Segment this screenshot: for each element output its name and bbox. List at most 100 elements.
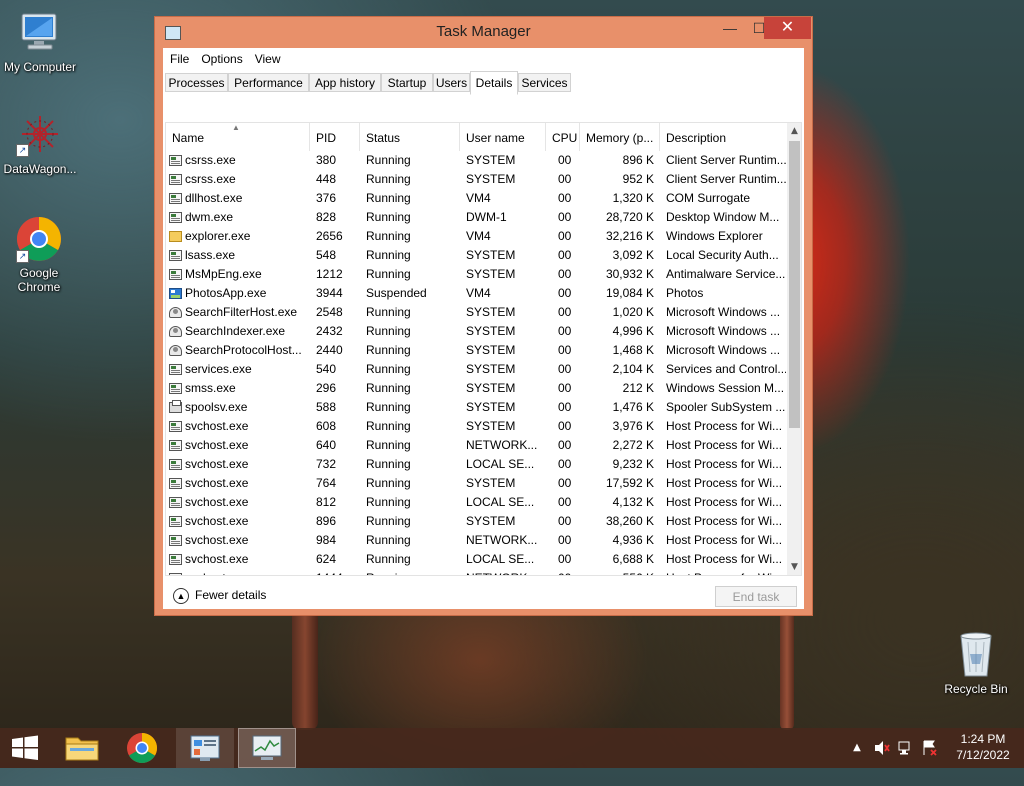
table-row[interactable]: MsMpEng.exe 1212 Running SYSTEM 00 30,932 K An… bbox=[166, 265, 786, 284]
tab-details[interactable]: Details bbox=[470, 71, 518, 95]
table-row[interactable]: csrss.exe 380 Running SYSTEM 00 896 K Client S… bbox=[166, 151, 786, 170]
tab-users[interactable]: Users bbox=[433, 73, 470, 92]
column-header-pid[interactable]: PID bbox=[310, 123, 360, 151]
taskbar-clock[interactable]: 1:24 PM 7/12/2022 bbox=[944, 731, 1022, 763]
tab-processes[interactable]: Processes bbox=[165, 73, 228, 92]
minimize-button[interactable]: — bbox=[715, 17, 745, 39]
tab-startup[interactable]: Startup bbox=[381, 73, 433, 92]
column-header-cpu[interactable]: CPU bbox=[546, 123, 580, 151]
column-header-name[interactable]: ▲ Name bbox=[166, 123, 310, 151]
table-row[interactable]: SearchProtocolHost... 2440 Running SYSTEM 00… bbox=[166, 341, 786, 360]
cell-pid: 640 bbox=[316, 438, 337, 452]
column-header-memory[interactable]: Memory (p... bbox=[580, 123, 660, 151]
cell-desc: Services and Control... bbox=[666, 362, 786, 376]
tab-app-history[interactable]: App history bbox=[309, 73, 381, 92]
process-icon bbox=[169, 383, 182, 394]
cell-pid: 984 bbox=[316, 533, 337, 547]
start-icon bbox=[12, 735, 38, 760]
table-row[interactable]: SearchFilterHost.exe 2548 Running SYSTEM 00 1… bbox=[166, 303, 786, 322]
table-row[interactable]: svchost.exe 896 Running SYSTEM 00 38,260 K Hos… bbox=[166, 512, 786, 531]
window-client-area: File Options View Processes Performance Ap… bbox=[163, 48, 804, 609]
menu-file[interactable]: File bbox=[163, 48, 195, 70]
column-header-status[interactable]: Status bbox=[360, 123, 460, 151]
table-row[interactable]: csrss.exe 448 Running SYSTEM 00 952 K Client S… bbox=[166, 170, 786, 189]
cell-mem: 1,476 K bbox=[612, 400, 654, 414]
cell-status: Running bbox=[366, 476, 411, 490]
vertical-scrollbar[interactable]: ▲ ▼ bbox=[787, 123, 801, 575]
cell-user: VM4 bbox=[466, 229, 491, 243]
table-row[interactable]: svchost.exe 984 Running NETWORK... 00 4,936 K… bbox=[166, 531, 786, 550]
table-row[interactable]: svchost.exe 608 Running SYSTEM 00 3,976 K Host… bbox=[166, 417, 786, 436]
close-button[interactable]: ✕ bbox=[764, 17, 811, 39]
table-row[interactable]: svchost.exe 812 Running LOCAL SE... 00 4,132 … bbox=[166, 493, 786, 512]
cell-user: SYSTEM bbox=[466, 514, 516, 528]
cell-user: SYSTEM bbox=[466, 248, 516, 262]
process-icon bbox=[169, 364, 182, 375]
cell-desc: Windows Explorer bbox=[666, 229, 763, 243]
cell-mem: 3,092 K bbox=[612, 248, 654, 262]
cell-name: dwm.exe bbox=[166, 208, 310, 227]
column-header-description[interactable]: Description bbox=[660, 123, 786, 151]
tab-performance[interactable]: Performance bbox=[228, 73, 309, 92]
table-row[interactable]: dwm.exe 828 Running DWM-1 00 28,720 K Desktop … bbox=[166, 208, 786, 227]
control-panel-icon bbox=[190, 735, 220, 761]
cell-cpu: 00 bbox=[558, 400, 572, 414]
sort-ascending-icon: ▲ bbox=[232, 123, 240, 132]
cell-mem: 17,592 K bbox=[605, 476, 654, 490]
table-row[interactable]: svchost.exe 624 Running LOCAL SE... 00 6,688 … bbox=[166, 550, 786, 569]
table-row[interactable]: explorer.exe 2656 Running VM4 00 32,216 K Wind… bbox=[166, 227, 786, 246]
table-row[interactable]: svchost.exe 732 Running LOCAL SE... 00 9,232 … bbox=[166, 455, 786, 474]
taskbar-control-panel[interactable] bbox=[176, 728, 234, 768]
task-manager-window: Task Manager — ☐ ✕ File Options View Proce… bbox=[154, 16, 813, 616]
cell-status: Running bbox=[366, 438, 411, 452]
menu-options[interactable]: Options bbox=[195, 48, 248, 70]
network-button[interactable] bbox=[896, 728, 916, 768]
cell-mem: 6,688 K bbox=[612, 552, 654, 566]
end-task-button[interactable]: End task bbox=[715, 586, 797, 607]
desktop-icon-datawagon[interactable]: ↗ DataWagon... bbox=[0, 112, 80, 176]
process-name: svchost.exe bbox=[185, 495, 249, 509]
scroll-up-arrow-icon[interactable]: ▲ bbox=[787, 123, 801, 139]
table-row[interactable]: services.exe 540 Running SYSTEM 00 2,104 K Ser… bbox=[166, 360, 786, 379]
process-name: svchost.exe bbox=[185, 552, 249, 566]
taskbar-file-explorer[interactable] bbox=[56, 728, 108, 768]
table-row[interactable]: PhotosApp.exe 3944 Suspended VM4 00 19,084 K P… bbox=[166, 284, 786, 303]
process-icon bbox=[169, 497, 182, 508]
column-header-user-name[interactable]: User name bbox=[460, 123, 546, 151]
table-row[interactable]: svchost.exe 1444RunningNETWORK...00556 KH… bbox=[166, 569, 786, 575]
clock-time: 1:24 PM bbox=[960, 732, 1006, 746]
table-row[interactable]: spoolsv.exe 588 Running SYSTEM 00 1,476 K Spoo… bbox=[166, 398, 786, 417]
menu-view[interactable]: View bbox=[249, 48, 287, 70]
action-center-button[interactable] bbox=[920, 728, 940, 768]
taskbar-chrome[interactable] bbox=[116, 728, 168, 768]
scroll-down-arrow-icon[interactable]: ▼ bbox=[787, 559, 801, 575]
cell-user: SYSTEM bbox=[466, 381, 516, 395]
volume-button[interactable] bbox=[872, 728, 892, 768]
process-icon bbox=[169, 516, 182, 527]
show-hidden-icons-button[interactable]: ▲ bbox=[850, 728, 864, 768]
desktop-icon-recycle-bin[interactable]: Recycle Bin bbox=[936, 630, 1016, 696]
table-row[interactable]: dllhost.exe 376 Running VM4 00 1,320 K COM Sur… bbox=[166, 189, 786, 208]
desktop-icon-my-computer[interactable]: My Computer bbox=[0, 8, 80, 74]
taskbar-task-manager[interactable] bbox=[238, 728, 296, 768]
fewer-details-label: Fewer details bbox=[195, 588, 267, 602]
table-row[interactable]: svchost.exe 640 Running NETWORK... 00 2,272 K… bbox=[166, 436, 786, 455]
cell-pid: 2548 bbox=[316, 305, 343, 319]
cell-status: Running bbox=[366, 457, 411, 471]
table-row[interactable]: svchost.exe 764 Running SYSTEM 00 17,592 K Hos… bbox=[166, 474, 786, 493]
cell-status: Running bbox=[366, 229, 411, 243]
process-icon bbox=[169, 421, 182, 432]
tab-services[interactable]: Services bbox=[518, 73, 571, 92]
process-icon bbox=[169, 174, 182, 185]
desktop-icon-google-chrome[interactable]: ↗ Google Chrome bbox=[0, 216, 78, 294]
scrollbar-thumb[interactable] bbox=[789, 141, 800, 428]
cell-pid: 812 bbox=[316, 495, 337, 509]
desktop-icon-label: Google Chrome bbox=[17, 266, 61, 294]
start-button[interactable] bbox=[0, 728, 50, 768]
table-row[interactable]: lsass.exe 548 Running SYSTEM 00 3,092 K Local … bbox=[166, 246, 786, 265]
table-row[interactable]: smss.exe 296 Running SYSTEM 00 212 K Windows S… bbox=[166, 379, 786, 398]
fewer-details-button[interactable]: ▲ Fewer details bbox=[173, 586, 266, 604]
title-bar[interactable]: Task Manager — ☐ ✕ bbox=[155, 17, 812, 49]
table-row[interactable]: SearchIndexer.exe 2432 Running SYSTEM 00 4,99… bbox=[166, 322, 786, 341]
process-name: svchost.exe bbox=[185, 457, 249, 471]
